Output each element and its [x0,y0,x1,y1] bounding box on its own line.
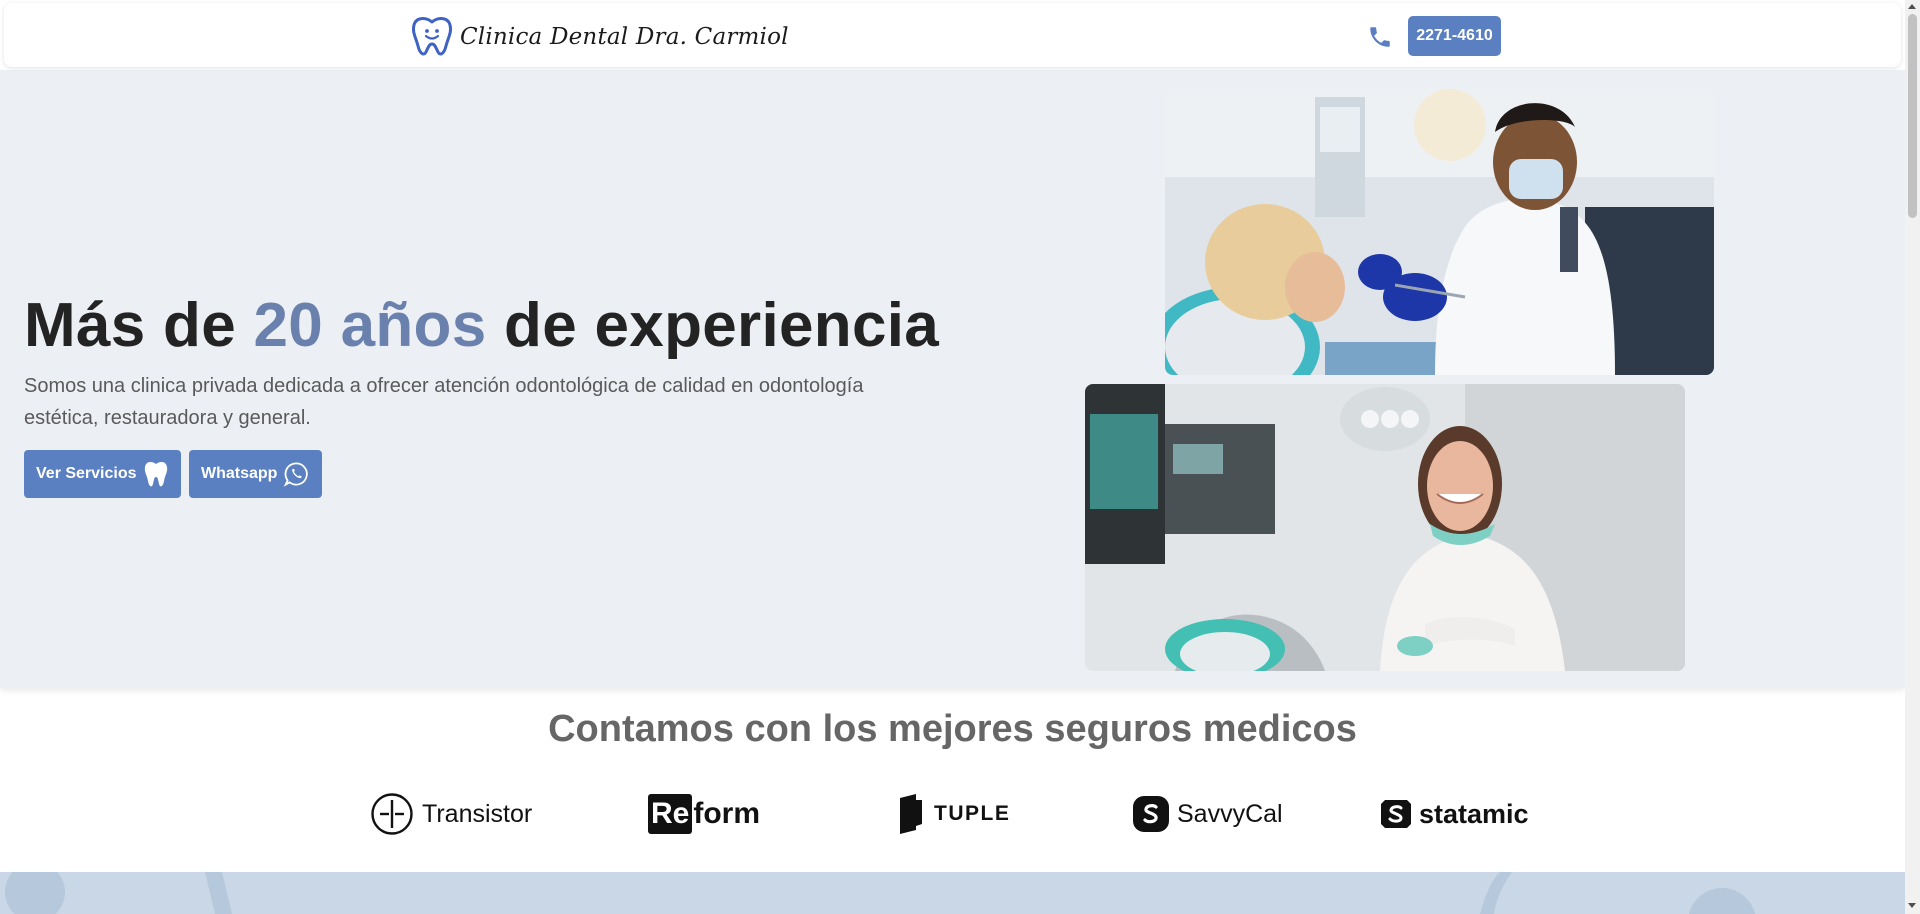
scroll-down-arrow-icon[interactable] [1908,903,1916,908]
whatsapp-icon [284,462,309,487]
tuple-icon [900,794,922,834]
brand-name: Clinica Dental Dra. Carmiol [460,24,789,50]
dentist-with-patient-photo [1165,87,1714,375]
hero-title-end: de experiencia [486,291,940,360]
tooth-icon [144,462,167,487]
tuple-name: TUPLE [934,802,1011,825]
reform-name-box: Re [648,794,693,834]
phone-number-button[interactable]: 2271-4610 [1408,16,1501,56]
bottom-section-band [0,872,1905,914]
savvycal-name: SavvyCal [1177,799,1283,828]
savvycal-logo: SavvyCal [1133,792,1283,836]
reform-name-rest: form [693,797,761,830]
phone-icon [1370,27,1390,47]
whatsapp-label: Whatsapp [201,465,278,482]
hero-title-accent: 20 años [253,291,487,360]
hero-description: Somos una clinica privada dedicada a ofr… [24,375,864,429]
transistor-name: Transistor [422,799,533,828]
brand-logo-link[interactable]: Clinica Dental Dra. Carmiol [410,16,789,58]
view-services-button[interactable]: Ver Servicios [24,450,181,498]
hero-title: Más de 20 años de experiencia [24,290,939,361]
hero-section: Más de 20 años de experiencia Somos una … [0,70,1905,688]
statamic-name: statamic [1419,798,1529,829]
transistor-logo: Transistor [370,792,532,836]
tuple-logo: TUPLE [898,792,1010,836]
statamic-logo: statamic [1381,792,1529,836]
savvycal-icon [1133,796,1169,832]
scroll-up-arrow-icon[interactable] [1908,4,1916,9]
page: Clinica Dental Dra. Carmiol 2271-4610 Má… [0,0,1905,914]
decorative-pattern [5,872,1756,914]
scrollbar-thumb[interactable] [1908,14,1917,218]
female-dentist-photo [1085,384,1685,671]
statamic-icon [1381,800,1411,828]
insurers-title: Contamos con los mejores seguros medicos [548,708,1357,750]
hero-title-start: Más de [24,291,254,360]
whatsapp-button[interactable]: Whatsapp [189,450,322,498]
tooth-smile-icon [412,17,452,56]
view-services-label: Ver Servicios [36,465,137,482]
page-scrollbar[interactable] [1905,0,1920,914]
reform-logo: Re form [648,792,760,836]
transistor-icon [371,793,413,835]
site-header: Clinica Dental Dra. Carmiol 2271-4610 [4,3,1901,67]
